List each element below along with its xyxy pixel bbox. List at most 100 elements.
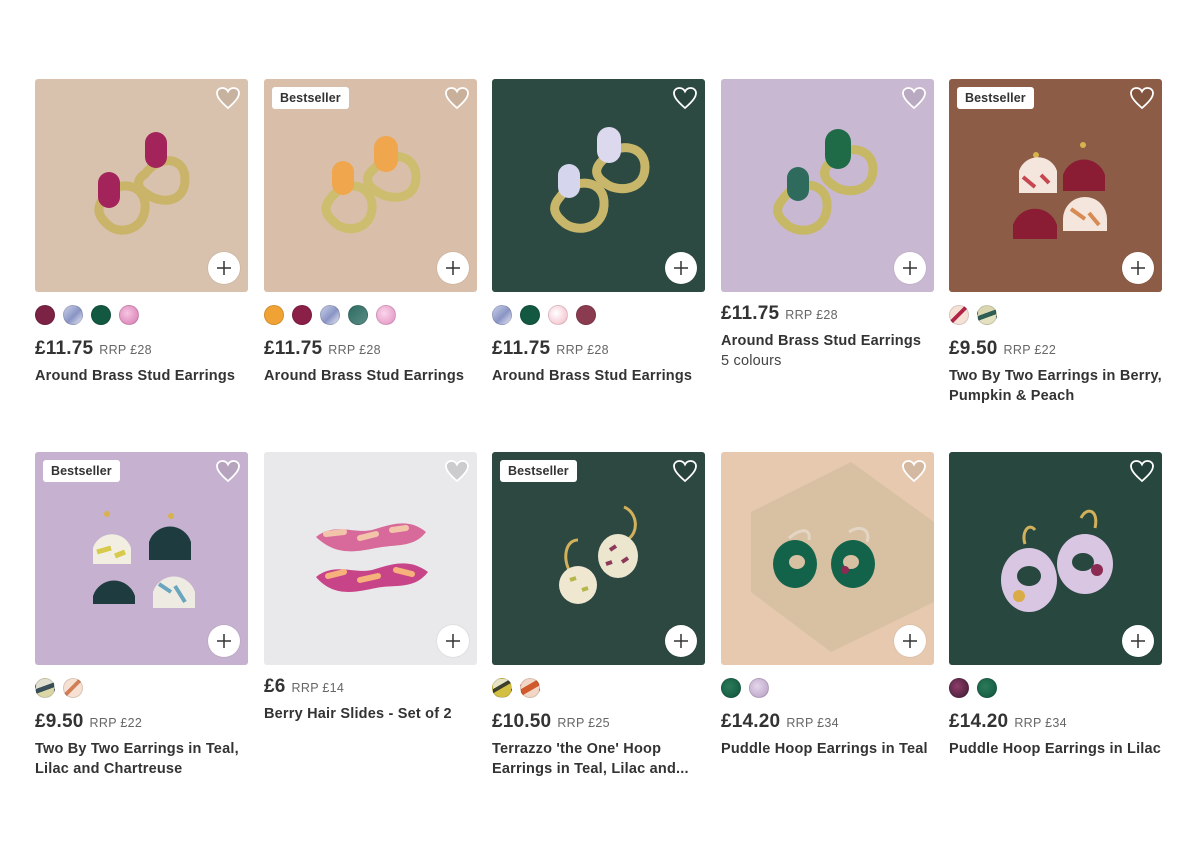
rrp-price: RRP £34 xyxy=(1014,716,1067,730)
rrp-price: RRP £22 xyxy=(89,716,143,730)
swatch-berry-peach[interactable] xyxy=(63,678,83,698)
plus-icon xyxy=(217,261,231,275)
product-image[interactable]: Bestseller xyxy=(264,79,477,292)
swatch-teal[interactable] xyxy=(520,305,540,325)
swatch-lilac[interactable] xyxy=(749,678,769,698)
product-title[interactable]: Around Brass Stud Earrings xyxy=(35,366,248,386)
quick-add-button[interactable] xyxy=(665,625,697,657)
swatch-lilac-marble[interactable] xyxy=(492,305,512,325)
quick-add-button[interactable] xyxy=(894,625,926,657)
rrp-price: RRP £14 xyxy=(291,681,345,695)
quick-add-button[interactable] xyxy=(437,252,469,284)
bestseller-badge: Bestseller xyxy=(957,87,1034,109)
price-line: £10.50 RRP £25 xyxy=(492,711,705,733)
product-title-line-2: Lilac and Chartreuse xyxy=(35,761,183,777)
product-title[interactable]: Puddle Hoop Earrings in Lilac xyxy=(949,739,1162,759)
bestseller-badge: Bestseller xyxy=(43,460,120,482)
swatch-peach-marble[interactable] xyxy=(548,305,568,325)
plus-icon xyxy=(1131,261,1145,275)
product-card[interactable]: Bestseller £11.75 RRP £28 Around Brass S… xyxy=(264,79,477,386)
product-title[interactable]: Around Brass Stud Earrings xyxy=(721,331,934,351)
product-card[interactable]: £14.20 RRP £34 Puddle Hoop Earrings in T… xyxy=(721,452,934,759)
product-title[interactable]: Around Brass Stud Earrings xyxy=(264,366,477,386)
heart-outline-icon[interactable] xyxy=(444,459,470,483)
product-image[interactable] xyxy=(721,79,934,292)
heart-outline-icon[interactable] xyxy=(901,86,927,110)
swatch-berry-peach[interactable] xyxy=(949,305,969,325)
swatch-pink-marble[interactable] xyxy=(119,305,139,325)
price: £11.75 xyxy=(35,338,94,359)
product-card[interactable]: Bestseller £9.50 RRP £22 Two By Two Earr… xyxy=(35,452,248,779)
product-title-line-2: Earrings in Teal, Lilac and... xyxy=(492,761,689,777)
swatch-teal-chartreuse[interactable] xyxy=(977,305,997,325)
product-title[interactable]: Terrazzo 'the One' Hoop Earrings in Teal… xyxy=(492,739,705,779)
swatch-lilac-marble[interactable] xyxy=(320,305,340,325)
product-image[interactable] xyxy=(721,452,934,665)
product-image[interactable] xyxy=(35,79,248,292)
product-title[interactable]: Two By Two Earrings in Teal, Lilac and C… xyxy=(35,739,248,779)
product-image[interactable] xyxy=(264,452,477,665)
heart-outline-icon[interactable] xyxy=(1129,86,1155,110)
swatch-pumpkin[interactable] xyxy=(264,305,284,325)
product-image[interactable]: Bestseller xyxy=(35,452,248,665)
product-card[interactable]: £11.75 RRP £28 Around Brass Stud Earring… xyxy=(492,79,705,386)
product-image[interactable] xyxy=(492,79,705,292)
product-card[interactable]: Bestseller £10.50 RRP £25 Terrazzo 'the … xyxy=(492,452,705,779)
quick-add-button[interactable] xyxy=(437,625,469,657)
product-card[interactable]: £11.75 RRP £28 Around Brass Stud Earring… xyxy=(35,79,248,386)
colour-swatches xyxy=(35,678,248,698)
product-card[interactable]: £11.75 RRP £28 Around Brass Stud Earring… xyxy=(721,79,934,369)
swatch-teal[interactable] xyxy=(977,678,997,698)
price: £6 xyxy=(264,676,286,697)
swatch-teal-terrazzo[interactable] xyxy=(492,678,512,698)
product-title[interactable]: Around Brass Stud Earrings xyxy=(492,366,705,386)
quick-add-button[interactable] xyxy=(1122,625,1154,657)
swatch-teal-chartreuse[interactable] xyxy=(35,678,55,698)
swatch-pink-marble[interactable] xyxy=(376,305,396,325)
swatch-berry[interactable] xyxy=(576,305,596,325)
product-title-line-2: Pumpkin & Peach xyxy=(949,388,1075,404)
plus-icon xyxy=(217,634,231,648)
swatch-orange-terrazzo[interactable] xyxy=(520,678,540,698)
colour-swatches xyxy=(492,678,705,698)
swatch-teal-marble[interactable] xyxy=(348,305,368,325)
heart-outline-icon[interactable] xyxy=(672,86,698,110)
heart-outline-icon[interactable] xyxy=(901,459,927,483)
bestseller-badge: Bestseller xyxy=(500,460,577,482)
price-line: £14.20 RRP £34 xyxy=(949,711,1162,733)
bestseller-badge: Bestseller xyxy=(272,87,349,109)
product-card[interactable]: £6 RRP £14 Berry Hair Slides - Set of 2 xyxy=(264,452,477,724)
heart-outline-icon[interactable] xyxy=(1129,459,1155,483)
colour-swatches xyxy=(35,305,248,325)
product-card[interactable]: £14.20 RRP £34 Puddle Hoop Earrings in L… xyxy=(949,452,1162,759)
heart-outline-icon[interactable] xyxy=(444,86,470,110)
quick-add-button[interactable] xyxy=(894,252,926,284)
swatch-berry[interactable] xyxy=(292,305,312,325)
plus-icon xyxy=(674,261,688,275)
heart-outline-icon[interactable] xyxy=(215,86,241,110)
product-title[interactable]: Berry Hair Slides - Set of 2 xyxy=(264,704,477,724)
quick-add-button[interactable] xyxy=(1122,252,1154,284)
price: £11.75 xyxy=(492,338,551,359)
quick-add-button[interactable] xyxy=(208,625,240,657)
swatch-lilac-berry[interactable] xyxy=(949,678,969,698)
quick-add-button[interactable] xyxy=(665,252,697,284)
price-line: £9.50 RRP £22 xyxy=(949,338,1162,360)
rrp-price: RRP £22 xyxy=(1003,343,1057,357)
product-image[interactable]: Bestseller xyxy=(949,79,1162,292)
product-image[interactable] xyxy=(949,452,1162,665)
colour-swatches xyxy=(949,678,1162,698)
heart-outline-icon[interactable] xyxy=(215,459,241,483)
price-line: £11.75 RRP £28 xyxy=(264,338,477,360)
product-title[interactable]: Puddle Hoop Earrings in Teal xyxy=(721,739,934,759)
swatch-berry[interactable] xyxy=(35,305,55,325)
swatch-teal[interactable] xyxy=(721,678,741,698)
quick-add-button[interactable] xyxy=(208,252,240,284)
swatch-lilac-marble[interactable] xyxy=(63,305,83,325)
product-card[interactable]: Bestseller £9.50 RRP £22 Two By Two Earr… xyxy=(949,79,1162,406)
heart-outline-icon[interactable] xyxy=(672,459,698,483)
price: £11.75 xyxy=(264,338,323,359)
product-image[interactable]: Bestseller xyxy=(492,452,705,665)
product-title[interactable]: Two By Two Earrings in Berry, Pumpkin & … xyxy=(949,366,1162,406)
swatch-teal[interactable] xyxy=(91,305,111,325)
